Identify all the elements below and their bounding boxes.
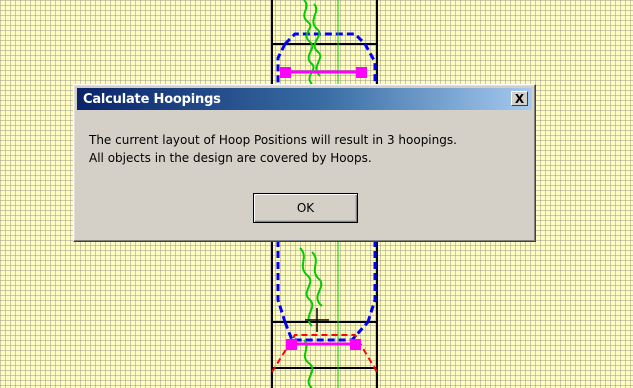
dialog-message: The current layout of Hoop Positions wil… (89, 131, 529, 167)
close-icon: X (514, 91, 525, 106)
calculate-hoopings-dialog: Calculate Hoopings X The current layout … (73, 84, 536, 242)
message-line: All objects in the design are covered by… (89, 151, 372, 165)
close-button[interactable]: X (511, 91, 528, 106)
message-line: The current layout of Hoop Positions wil… (89, 133, 457, 147)
ok-button[interactable]: OK (253, 193, 358, 223)
ok-button-label: OK (296, 201, 315, 215)
dialog-title: Calculate Hoopings (83, 91, 221, 107)
dialog-title-bar[interactable]: Calculate Hoopings X (77, 88, 532, 110)
